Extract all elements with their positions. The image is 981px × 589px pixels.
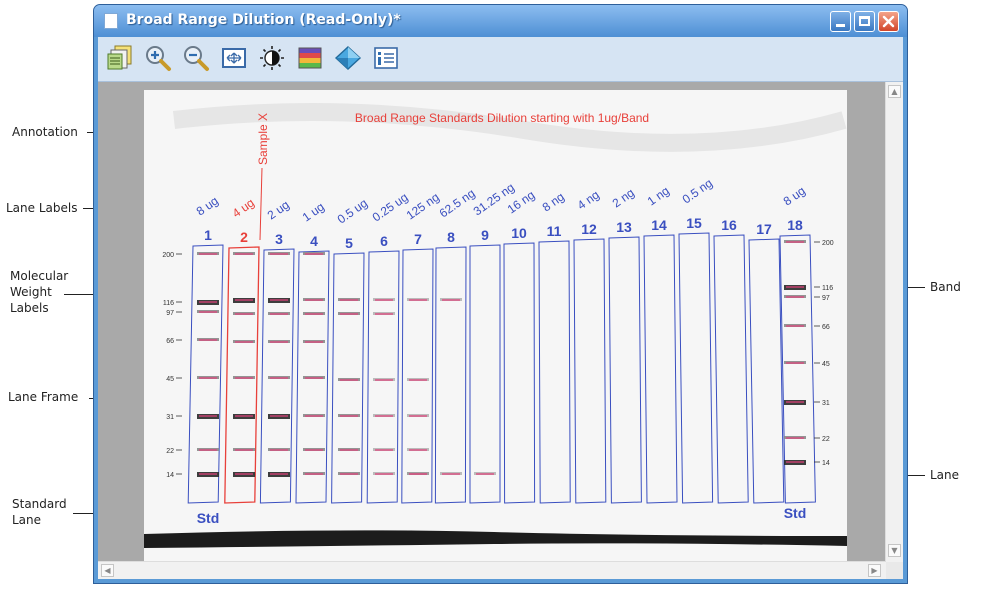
callout-lane-frame: Lane Frame <box>8 390 79 404</box>
callout-lane-labels: Lane Labels <box>6 201 78 215</box>
mw-label-right: 14 <box>822 460 830 467</box>
scroll-down-arrow-icon[interactable]: ▼ <box>888 544 901 557</box>
callout-mw-labels-3: Labels <box>10 301 49 315</box>
zoom-in-icon <box>146 46 171 71</box>
fit-to-window-icon <box>222 48 246 68</box>
lane-number-13: 13 <box>616 219 632 235</box>
document-icon <box>104 13 118 29</box>
mw-label-right: 22 <box>822 436 830 443</box>
mw-label-right: 97 <box>822 295 830 302</box>
mw-label-left: 200 <box>162 252 174 259</box>
lane-number-12: 12 <box>581 221 597 237</box>
mw-label-right: 116 <box>822 285 833 292</box>
lane-number-4: 4 <box>310 233 318 249</box>
lane-number-10: 10 <box>511 225 527 241</box>
lane-number-16: 16 <box>721 217 737 233</box>
gel-view-area: Broad Range Standards Dilution starting … <box>98 82 903 579</box>
gel-canvas: Broad Range Standards Dilution starting … <box>144 90 847 562</box>
mw-label-right: 200 <box>822 240 834 247</box>
mw-label-left: 45 <box>166 376 174 383</box>
toolbar <box>98 37 903 82</box>
window-title: Broad Range Dilution (Read-Only)* <box>126 12 401 28</box>
maximize-icon <box>859 16 870 26</box>
lane-number-3: 3 <box>275 231 283 247</box>
mw-label-left: 116 <box>163 300 174 307</box>
minimize-icon <box>836 24 845 27</box>
callout-lane: Lane <box>930 468 960 482</box>
mw-label-left: 31 <box>166 414 174 421</box>
lane-number-11: 11 <box>547 223 562 239</box>
mw-label-left: 22 <box>166 448 174 455</box>
mw-label-left: 66 <box>166 338 174 345</box>
zoom-out-button[interactable] <box>182 44 210 72</box>
color-palette-button[interactable] <box>296 44 324 72</box>
zoom-out-icon <box>184 46 209 71</box>
gel-annotation-title[interactable]: Broad Range Standards Dilution starting … <box>355 111 649 125</box>
lane-number-2: 2 <box>240 229 248 245</box>
minimize-button[interactable] <box>830 11 851 32</box>
lane-number-6: 6 <box>380 233 388 249</box>
scroll-right-arrow-icon[interactable]: ▶ <box>868 564 881 577</box>
sample-annotation[interactable]: Sample X <box>256 113 270 165</box>
contrast-button[interactable] <box>258 44 286 72</box>
close-icon <box>882 15 895 28</box>
lane-number-14: 14 <box>651 217 667 233</box>
lane-number-7: 7 <box>414 231 422 247</box>
gel-properties-icon <box>107 45 132 70</box>
close-button[interactable] <box>878 11 899 32</box>
mw-label-right: 31 <box>822 400 830 407</box>
lane-number-5: 5 <box>345 235 353 251</box>
lane-number-9: 9 <box>481 227 489 243</box>
gel-image[interactable]: Broad Range Standards Dilution starting … <box>144 90 847 562</box>
maximize-button[interactable] <box>854 11 875 32</box>
std-label-right: Std <box>784 505 807 521</box>
lane-number-8: 8 <box>447 229 455 245</box>
lane-number-15: 15 <box>686 215 702 231</box>
std-label-left: Std <box>197 510 220 526</box>
gel-properties-button[interactable] <box>106 44 134 72</box>
color-palette-icon <box>298 47 322 69</box>
mw-label-right: 45 <box>822 361 830 368</box>
app-window: Broad Range Dilution (Read-Only)* Broad … <box>93 4 908 584</box>
fit-to-window-button[interactable] <box>220 44 248 72</box>
information-icon <box>374 47 398 69</box>
horizontal-scrollbar[interactable]: ◀ ▶ <box>98 561 886 579</box>
zoom-in-button[interactable] <box>144 44 172 72</box>
callout-mw-labels-2: Weight <box>10 285 52 299</box>
title-bar[interactable]: Broad Range Dilution (Read-Only)* <box>94 5 907 37</box>
lane-number-1: 1 <box>204 227 212 243</box>
lane-number-17: 17 <box>756 221 772 237</box>
callout-standard-lane-2: Lane <box>12 513 42 527</box>
callout-annotation: Annotation <box>12 125 78 139</box>
callout-mw-labels-1: Molecular <box>10 269 69 283</box>
scrollbar-corner <box>886 562 903 579</box>
information-button[interactable] <box>372 44 400 72</box>
scroll-left-arrow-icon[interactable]: ◀ <box>101 564 114 577</box>
lane-detection-button[interactable] <box>334 44 362 72</box>
mw-label-right: 66 <box>822 324 830 331</box>
callout-standard-lane-1: Standard <box>12 497 67 511</box>
lane-number-18: 18 <box>787 217 803 233</box>
scroll-up-arrow-icon[interactable]: ▲ <box>888 85 901 98</box>
contrast-icon <box>260 46 284 70</box>
mw-label-left: 97 <box>166 310 174 317</box>
mw-label-left: 14 <box>166 472 174 479</box>
callout-band: Band <box>930 280 961 294</box>
vertical-scrollbar[interactable]: ▲ ▼ <box>885 82 903 562</box>
lane-detection-icon <box>334 46 362 70</box>
